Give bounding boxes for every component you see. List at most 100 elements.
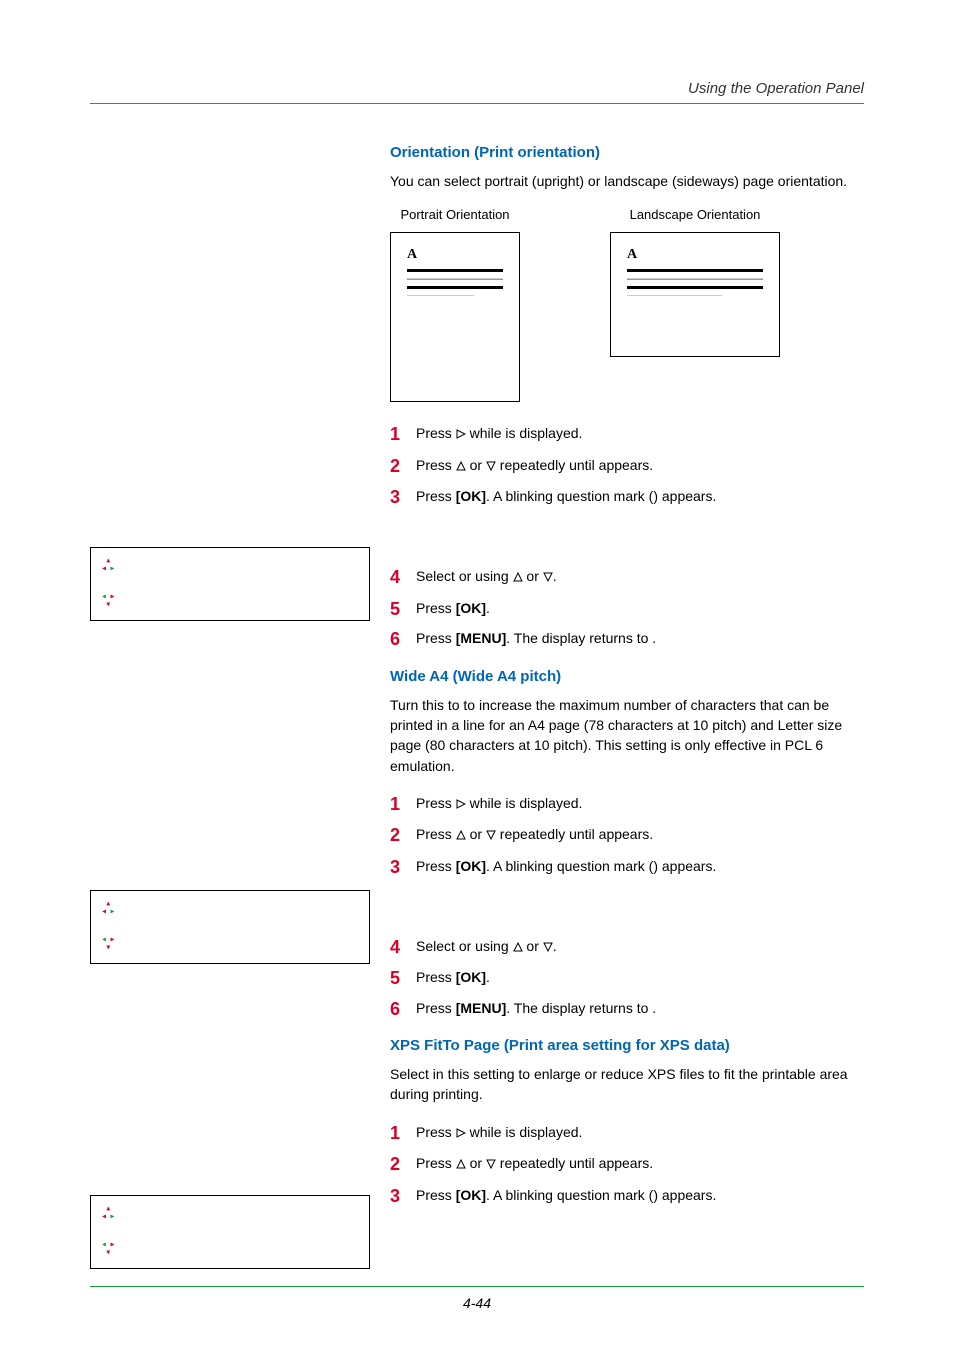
section1-heading: Orientation (Print orientation) (390, 144, 864, 161)
t: Press (416, 630, 456, 646)
down-triangle-icon (486, 1153, 496, 1175)
menu-key: [MENU] (456, 1000, 507, 1016)
lcd-display-2: ▴◂▸ ◂▸▾ (90, 890, 370, 964)
down-triangle-icon (543, 566, 553, 588)
t: or (523, 938, 543, 954)
t: Press (416, 1155, 456, 1171)
section2-steps: Press while is displayed. Press or repea… (390, 792, 864, 877)
t: . (652, 630, 656, 646)
ok-key: [OK] (456, 488, 486, 504)
t: using (475, 568, 512, 584)
nav-arrows-icon: ◂▸▾ (101, 594, 116, 610)
orientation-examples: Portrait Orientation A Landscape Orienta… (390, 207, 864, 402)
step: Press while is displayed. (390, 792, 864, 815)
down-triangle-icon (486, 824, 496, 846)
lcd-row: ▴◂▸ (91, 891, 369, 927)
step: Press [OK]. A blinking question mark () … (390, 1184, 864, 1206)
section2-heading: Wide A4 (Wide A4 pitch) (390, 668, 864, 685)
t: . (486, 969, 490, 985)
t: Press (416, 600, 456, 616)
step: Press [OK]. A blinking question mark () … (390, 485, 864, 507)
section1-intro: You can select portrait (upright) or lan… (390, 171, 864, 191)
header: Using the Operation Panel (90, 80, 864, 104)
step: Press [MENU]. The display returns to . (390, 997, 864, 1019)
step: Press [OK]. (390, 966, 864, 988)
t: while (466, 1124, 506, 1140)
up-triangle-icon (456, 824, 466, 846)
step: Press while is displayed. (390, 1121, 864, 1144)
portrait-page-icon: A (390, 232, 520, 402)
step: Press while is displayed. (390, 422, 864, 445)
t: repeatedly until (496, 1155, 599, 1171)
t: Press (416, 425, 456, 441)
t: Select (416, 568, 459, 584)
line (627, 278, 763, 280)
down-triangle-icon (543, 936, 553, 958)
landscape-a: A (627, 247, 763, 263)
footer: 4-44 (0, 1286, 954, 1311)
lcd-row: ▴◂▸ (91, 548, 369, 584)
up-triangle-icon (513, 566, 523, 588)
line (407, 278, 503, 280)
t: Press (416, 826, 456, 842)
nav-arrows-icon: ◂▸▾ (101, 937, 116, 953)
section3-heading: XPS FitTo Page (Print area setting for X… (390, 1037, 864, 1054)
t: using (475, 938, 512, 954)
t: is displayed. (505, 1124, 582, 1140)
right-triangle-icon (456, 423, 466, 445)
portrait-column: Portrait Orientation A (390, 207, 520, 402)
line (627, 269, 763, 272)
lcd-display-3: ▴◂▸ ◂▸▾ (90, 1195, 370, 1269)
section3-steps: Press while is displayed. Press or repea… (390, 1121, 864, 1206)
t: is displayed. (505, 425, 582, 441)
page-number: 4-44 (0, 1295, 954, 1311)
t: . A blinking question mark ( (486, 1187, 653, 1203)
t: . A blinking question mark ( (486, 858, 653, 874)
section1-steps: Press while is displayed. Press or repea… (390, 422, 864, 507)
t: ) appears. (653, 858, 716, 874)
t: . The display returns to (506, 1000, 652, 1016)
step: Press [OK]. A blinking question mark () … (390, 855, 864, 877)
nav-arrows-icon: ▴◂▸ (101, 1206, 116, 1222)
ok-key: [OK] (456, 969, 486, 985)
t: . A blinking question mark ( (486, 488, 653, 504)
t: ) appears. (653, 1187, 716, 1203)
section2-intro: Turn this to to increase the maximum num… (390, 695, 864, 776)
up-triangle-icon (513, 936, 523, 958)
portrait-label: Portrait Orientation (400, 207, 509, 222)
line (407, 286, 503, 289)
section2-steps-b: Select or using or . Press [OK]. Press [… (390, 935, 864, 1019)
landscape-label: Landscape Orientation (630, 207, 761, 222)
line (627, 295, 722, 297)
ok-key: [OK] (456, 858, 486, 874)
step: Press [OK]. (390, 597, 864, 619)
t: . (486, 600, 490, 616)
landscape-page-icon: A (610, 232, 780, 357)
t: Press (416, 858, 456, 874)
nav-arrows-icon: ◂▸▾ (101, 1242, 116, 1258)
t: Press (416, 1187, 456, 1203)
t: or (466, 826, 486, 842)
t: repeatedly until (496, 826, 599, 842)
t: while (466, 425, 506, 441)
lcd-row: ◂▸▾ (91, 584, 369, 620)
step: Select or using or . (390, 935, 864, 958)
lcd-row: ▴◂▸ (91, 1196, 369, 1232)
t: . The display returns to (506, 630, 652, 646)
page: Using the Operation Panel Orientation (P… (0, 0, 954, 1351)
t: Press (416, 969, 456, 985)
ok-key: [OK] (456, 1187, 486, 1203)
t: repeatedly until (496, 457, 599, 473)
t: or (466, 457, 486, 473)
step: Press or repeatedly until appears. (390, 823, 864, 846)
t: or (466, 1155, 486, 1171)
portrait-a: A (407, 247, 503, 263)
up-triangle-icon (456, 455, 466, 477)
section1-steps-b: Select or using or . Press [OK]. Press [… (390, 565, 864, 649)
t: Press (416, 1000, 456, 1016)
lcd-row: ◂▸▾ (91, 927, 369, 963)
step: Press or repeatedly until appears. (390, 454, 864, 477)
t: . (652, 1000, 656, 1016)
t: Select (416, 938, 459, 954)
step: Select or using or . (390, 565, 864, 588)
